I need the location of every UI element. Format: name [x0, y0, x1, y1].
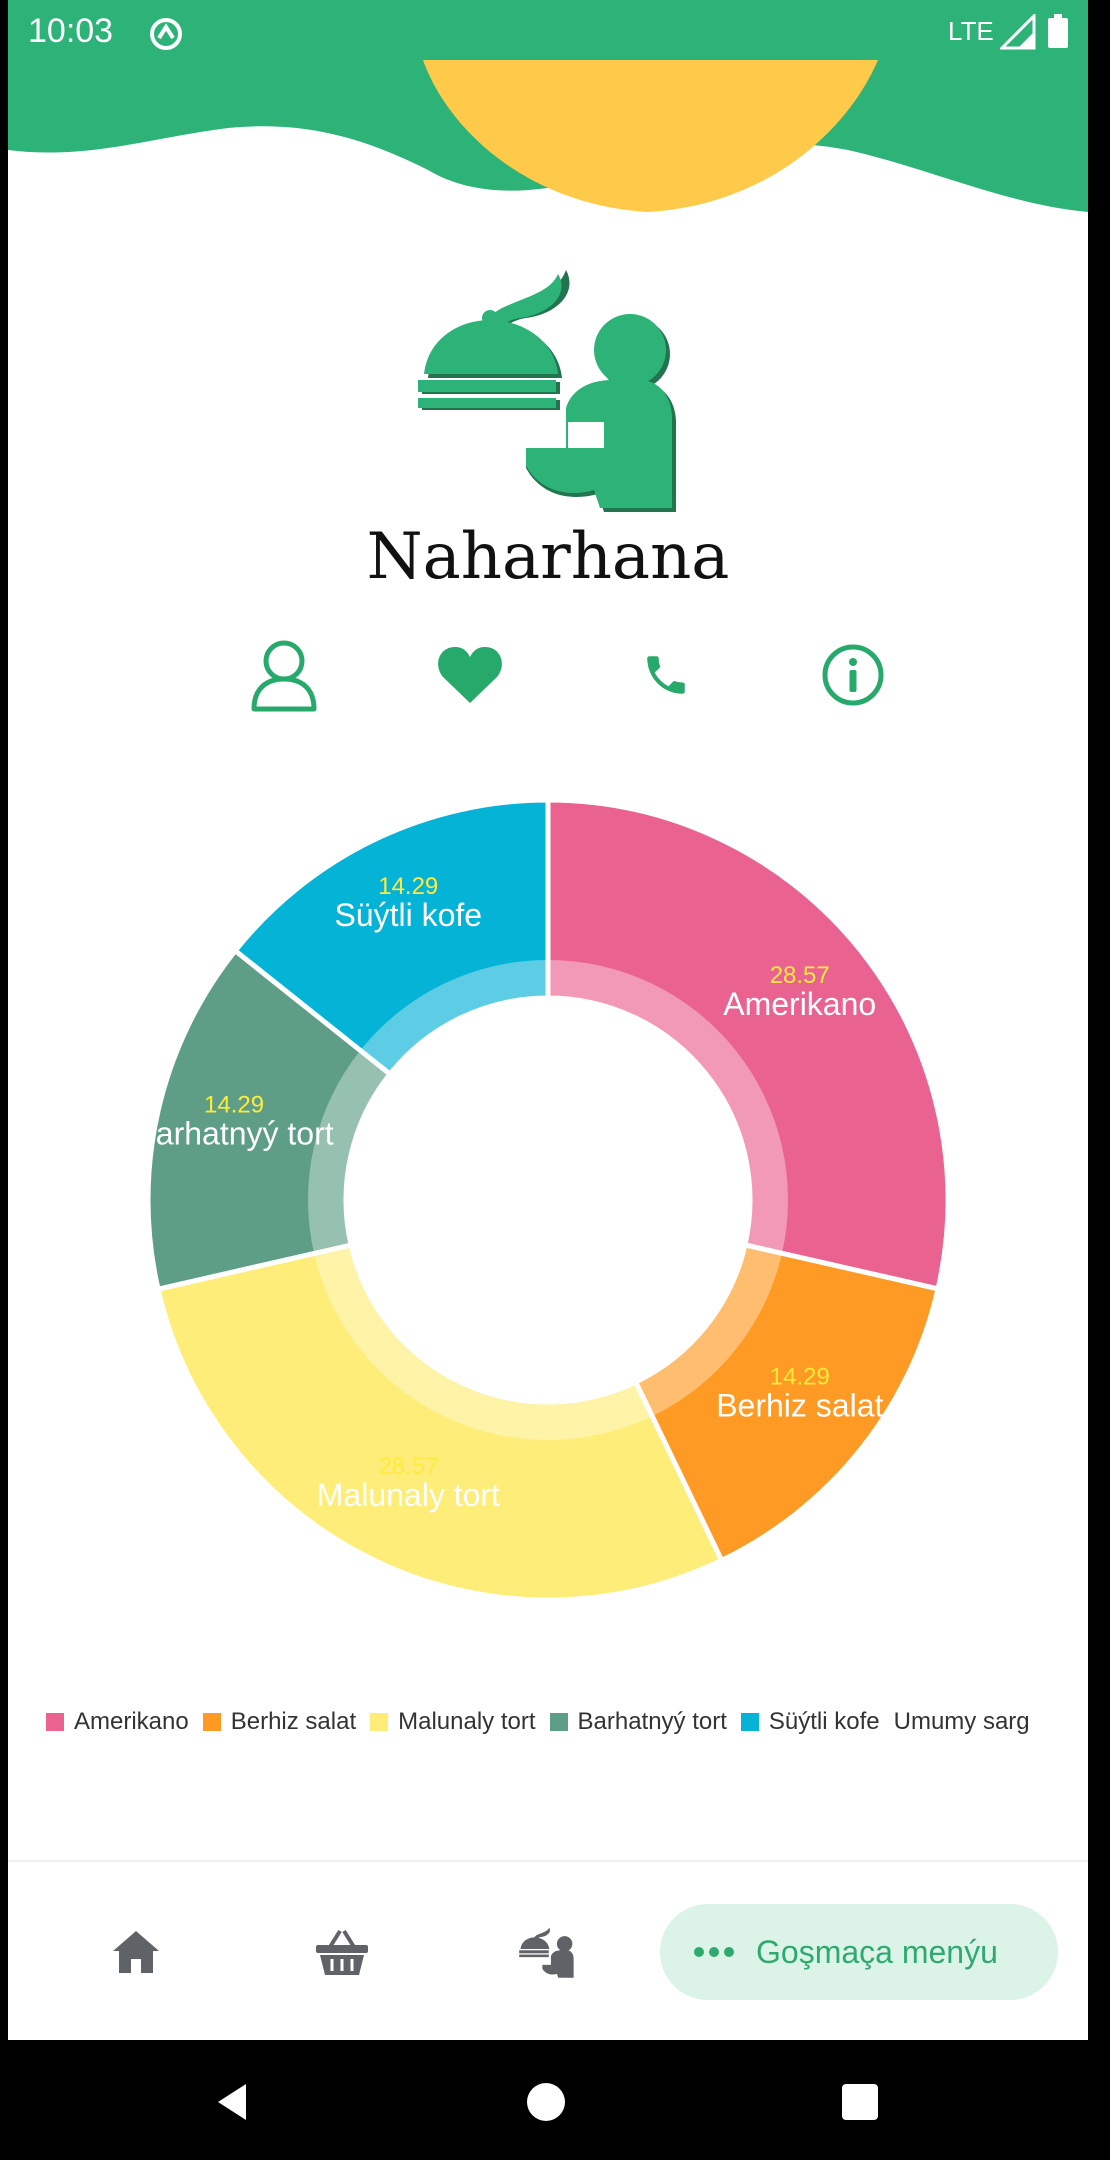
legend-swatch	[46, 1713, 64, 1731]
info-button[interactable]	[813, 635, 893, 715]
slice-value-label: 14.29	[204, 1091, 264, 1118]
slice-name-label: Malunaly tort	[317, 1477, 500, 1513]
status-time: 10:03	[28, 12, 114, 50]
legend-swatch	[370, 1713, 389, 1731]
slice-value-label: 28.57	[770, 962, 830, 989]
home-icon	[113, 1931, 159, 1973]
heart-icon	[438, 647, 502, 703]
chart-hole	[346, 998, 750, 1402]
legend-item: Malunaly tort	[370, 1708, 536, 1736]
nav-waiter-button[interactable]	[506, 1912, 586, 1992]
bottom-navigation: Goşmaça menýu	[8, 1862, 1088, 2040]
favorites-button[interactable]	[430, 635, 510, 715]
nav-home-button[interactable]	[96, 1912, 176, 1992]
slice-value-label: 28.57	[378, 1453, 438, 1480]
slice-name-label: Berhiz salat	[716, 1388, 883, 1424]
legend-label: Barhatnyý tort	[577, 1708, 727, 1735]
legend-item: Barhatnyý tort	[549, 1708, 727, 1736]
status-bar: 10:03 LTE	[8, 0, 1088, 62]
legend-item: Amerikano	[46, 1708, 189, 1736]
legend-swatch	[202, 1713, 221, 1731]
back-icon[interactable]	[212, 2080, 256, 2124]
basket-icon	[316, 1929, 368, 1975]
profile-button[interactable]	[244, 635, 324, 715]
legend-label: Malunaly tort	[398, 1708, 536, 1735]
battery-icon	[1048, 14, 1068, 48]
legend-total-label: Umumy sarg	[893, 1708, 1030, 1735]
more-menu-label: Goşmaça menýu	[756, 1933, 998, 1970]
person-outline-icon	[251, 640, 317, 712]
slice-value-label: 14.29	[378, 873, 438, 900]
legend-swatch	[740, 1713, 759, 1731]
nav-basket-button[interactable]	[302, 1912, 382, 1992]
system-navigation-bar	[0, 2040, 1110, 2160]
chart-legend: Amerikano Berhiz salat Malunaly tort Barhat…	[46, 1704, 1088, 1740]
waiter-serving-icon	[418, 270, 676, 512]
donut-chart: 28.57Amerikano14.29Berhiz salat28.57Malu…	[134, 797, 951, 1603]
network-type: LTE	[948, 16, 994, 46]
app-title: Naharhana	[366, 520, 730, 594]
more-menu-button[interactable]: Goşmaça menýu	[660, 1904, 1058, 2000]
legend-item: Berhiz salat	[202, 1708, 357, 1736]
home-circle-icon[interactable]	[524, 2080, 568, 2124]
slice-name-label: Süýtli kofe	[334, 897, 482, 933]
slice-name-label: Barhatnyý tort	[134, 1115, 333, 1151]
legend-item: Süýtli kofe	[740, 1708, 880, 1736]
slice-value-label: 14.29	[770, 1364, 830, 1391]
legend-label: Amerikano	[74, 1708, 189, 1735]
phone-icon	[647, 656, 685, 694]
recents-icon[interactable]	[838, 2080, 882, 2124]
device-screen: 10:03 LTE Naharhana 28.57 Amerikano 14.2…	[0, 0, 1110, 2160]
app-window: 10:03 LTE Naharhana 28.57 Amerikano 14.2…	[8, 0, 1088, 2040]
more-dots-icon	[694, 1947, 734, 1957]
legend-label: Berhiz salat	[230, 1708, 357, 1735]
legend-label: Süýtli kofe	[768, 1708, 880, 1735]
waiter-icon	[519, 1927, 574, 1978]
signal-icon	[1000, 14, 1036, 50]
call-button[interactable]	[626, 635, 706, 715]
legend-swatch	[549, 1713, 568, 1731]
sync-icon	[150, 18, 182, 50]
slice-name-label: Amerikano	[723, 986, 876, 1022]
info-icon	[822, 644, 884, 706]
